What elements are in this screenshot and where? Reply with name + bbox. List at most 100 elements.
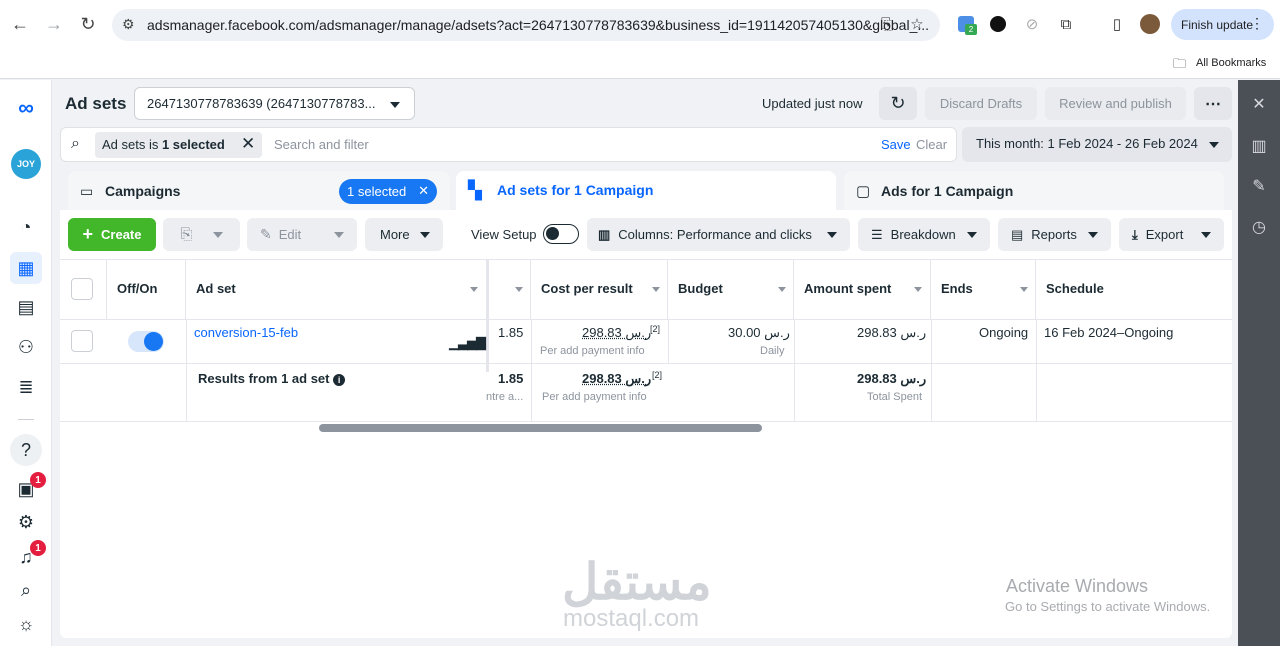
- reports-book-icon[interactable]: ▤: [10, 291, 42, 323]
- col-header-results[interactable]: [489, 260, 531, 320]
- discard-drafts-button[interactable]: Discard Drafts: [925, 87, 1037, 120]
- reports-button[interactable]: ▤ Reports: [998, 218, 1111, 251]
- bookmark-star-icon[interactable]: ☆: [906, 13, 928, 35]
- col-header-budget[interactable]: Budget: [668, 260, 794, 320]
- refresh-button[interactable]: ↻: [879, 87, 917, 120]
- col-header-spent[interactable]: Amount spent: [794, 260, 931, 320]
- history-clock-icon[interactable]: ◷: [1248, 216, 1270, 238]
- col-header-spent-label: Amount spent: [804, 281, 892, 296]
- ad-icon: ▢: [856, 183, 871, 200]
- amount-spent-value: 298.83 ر.س: [857, 325, 927, 340]
- date-range-picker[interactable]: This month: 1 Feb 2024 - 26 Feb 2024: [962, 127, 1232, 162]
- account-avatar[interactable]: JOY: [10, 148, 42, 180]
- export-label: Export: [1145, 227, 1184, 242]
- bug-report-icon[interactable]: ☼: [10, 608, 42, 640]
- help-icon[interactable]: ?: [10, 434, 42, 466]
- settings-gear-icon[interactable]: ⚙: [10, 506, 42, 538]
- extension-code-icon[interactable]: 2: [955, 13, 977, 35]
- dashboard-gauge-icon[interactable]: ◔: [10, 211, 42, 243]
- extension-badge: 2: [965, 24, 977, 35]
- edit-button[interactable]: ✎ Edit: [247, 218, 357, 251]
- filter-chip[interactable]: Ad sets is 1 selected ✕: [95, 132, 262, 158]
- extensions-puzzle-icon[interactable]: ⧉: [1055, 13, 1077, 35]
- save-filter-link[interactable]: Save: [881, 137, 911, 152]
- results-spent-sub: Total Spent: [867, 391, 923, 403]
- col-header-schedule[interactable]: Schedule: [1036, 260, 1232, 320]
- account-selector[interactable]: 2647130778783639 (2647130778783...: [134, 87, 415, 120]
- duplicate-button[interactable]: ⎘: [163, 218, 240, 251]
- chart-icon[interactable]: ▥: [1248, 135, 1270, 157]
- tab-ads[interactable]: ▢ Ads for 1 Campaign: [844, 171, 1224, 211]
- more-options-icon[interactable]: ⋯: [1194, 87, 1232, 120]
- billing-stack-icon[interactable]: ≣: [10, 371, 42, 403]
- col-header-cost[interactable]: Cost per result: [531, 260, 668, 320]
- reload-icon[interactable]: ↻: [76, 12, 100, 36]
- close-icon[interactable]: ✕: [241, 134, 255, 154]
- budget-value: 30.00 ر.س: [728, 325, 790, 340]
- left-navigation-rail: ∞ JOY ◔ ▦ ▤ ⚇ ≣ ? ▣ 1 ⚙ ♫ 1 ⌕ ☼: [0, 80, 52, 646]
- more-button[interactable]: More: [365, 218, 443, 251]
- create-button[interactable]: + Create: [68, 218, 156, 251]
- reports-label: Reports: [1031, 227, 1077, 242]
- row-checkbox[interactable]: [71, 330, 93, 352]
- close-icon[interactable]: ✕: [418, 183, 429, 199]
- chevron-down-icon: [1088, 232, 1098, 238]
- finish-update-button[interactable]: Finish update ⋮: [1171, 9, 1274, 40]
- results-cost-sub: Per add payment info: [542, 391, 647, 403]
- clear-filter-link[interactable]: Clear: [916, 137, 947, 152]
- install-app-icon[interactable]: ⎘: [876, 13, 898, 35]
- selected-pill[interactable]: 1 selected ✕: [339, 179, 437, 204]
- chart-bars-icon[interactable]: ▁▃▅▇: [449, 335, 486, 351]
- browser-toolbar: ← → ↻ ⚙ adsmanager.facebook.com/adsmanag…: [0, 0, 1280, 50]
- date-range-label: This month: 1 Feb 2024 - 26 Feb 2024: [976, 136, 1198, 151]
- edit-pencil-icon[interactable]: ✎: [1248, 175, 1270, 197]
- account-avatar-text: JOY: [11, 149, 41, 179]
- activate-windows-title: Activate Windows: [1006, 576, 1149, 596]
- budget-sub: Daily: [760, 345, 785, 357]
- search-filter-bar[interactable]: ⌕ Ad sets is 1 selected ✕ Search and fil…: [60, 127, 957, 162]
- edit-label: Edit: [278, 227, 302, 242]
- campaigns-table-icon[interactable]: ▦: [10, 252, 42, 284]
- col-header-offon[interactable]: Off/On: [106, 260, 186, 320]
- columns-button[interactable]: ▥ Columns: Performance and clicks: [587, 218, 850, 251]
- tab-adsets[interactable]: ▚ Ad sets for 1 Campaign: [456, 171, 836, 211]
- col-header-cost-label: Cost per result: [541, 281, 633, 296]
- search-icon[interactable]: ⌕: [10, 574, 42, 606]
- col-header-adset[interactable]: Ad set: [186, 260, 488, 320]
- profile-avatar-icon[interactable]: [1139, 13, 1161, 35]
- meta-logo-icon[interactable]: ∞: [10, 92, 42, 124]
- side-panel-icon[interactable]: ▯: [1106, 13, 1128, 35]
- search-input[interactable]: Search and filter: [274, 137, 369, 152]
- cost-per-result-value: 298.83 ر.س: [582, 325, 652, 340]
- adset-toggle[interactable]: [128, 331, 164, 352]
- export-button[interactable]: ⤓ Export: [1119, 218, 1224, 251]
- folder-icon: ▭: [80, 183, 94, 199]
- audiences-icon[interactable]: ⚇: [10, 331, 42, 363]
- site-settings-icon[interactable]: ⚙: [122, 16, 135, 33]
- info-icon[interactable]: i: [333, 374, 346, 386]
- horizontal-scrollbar[interactable]: [319, 424, 762, 432]
- forward-icon[interactable]: →: [42, 12, 66, 36]
- col-header-ends[interactable]: Ends: [931, 260, 1036, 320]
- results-spent-value: 298.83 ر.س: [857, 371, 927, 386]
- alerts-badge: 1: [30, 540, 46, 556]
- extension-link-icon[interactable]: ⊘: [1021, 13, 1043, 35]
- adset-name-link[interactable]: conversion-15-feb: [194, 325, 298, 340]
- extension-circle-icon[interactable]: [987, 13, 1009, 35]
- address-bar[interactable]: ⚙ adsmanager.facebook.com/adsmanager/man…: [112, 9, 940, 41]
- sort-caret-icon: [652, 287, 660, 292]
- plus-icon: +: [82, 224, 94, 244]
- tab-campaigns[interactable]: ▭ Campaigns 1 selected ✕: [68, 171, 450, 211]
- view-setup-toggle[interactable]: [543, 224, 579, 244]
- col-header-budget-label: Budget: [678, 281, 723, 296]
- review-publish-button[interactable]: Review and publish: [1045, 87, 1186, 120]
- select-all-checkbox[interactable]: [71, 278, 93, 300]
- chevron-down-icon: [1209, 142, 1219, 148]
- download-icon: ⤓: [1132, 226, 1138, 242]
- sort-caret-icon: [914, 287, 922, 292]
- account-selector-value: 2647130778783639 (2647130778783...: [147, 96, 376, 111]
- breakdown-button[interactable]: ☰ Breakdown: [858, 218, 990, 251]
- all-bookmarks-link[interactable]: All Bookmarks: [1196, 57, 1266, 69]
- close-panel-icon[interactable]: ✕: [1248, 93, 1270, 115]
- back-icon[interactable]: ←: [8, 12, 32, 36]
